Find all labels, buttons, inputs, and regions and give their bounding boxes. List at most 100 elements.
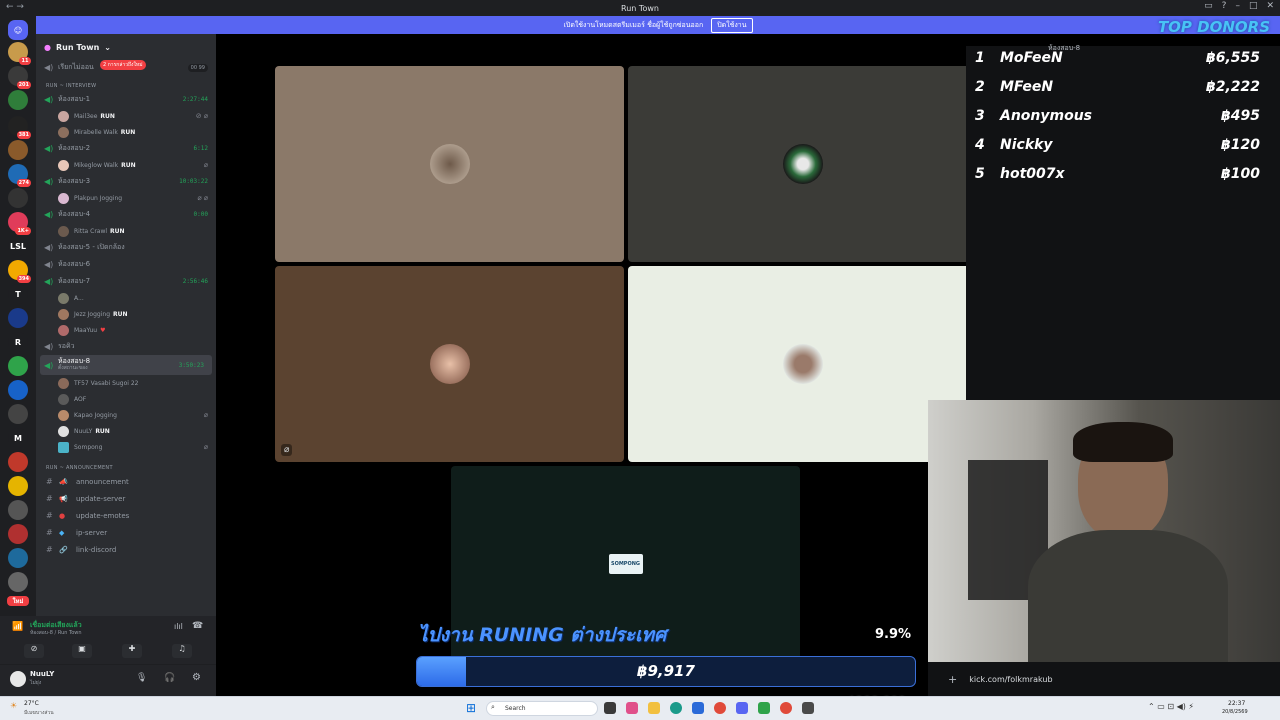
- server-icon[interactable]: [8, 404, 28, 424]
- voice-user[interactable]: Plakpun Jogging ⌀ ⌀: [36, 190, 216, 206]
- system-tray-icons[interactable]: ⌃ ▭ ⊡ ◀) ⚡: [1148, 702, 1194, 711]
- search-input[interactable]: Search: [486, 701, 598, 716]
- server-icon[interactable]: T: [8, 284, 28, 304]
- gear-icon[interactable]: ⚙: [192, 672, 201, 683]
- server-icon[interactable]: [8, 572, 28, 592]
- server-icon[interactable]: [8, 524, 28, 544]
- app-icon[interactable]: [802, 702, 814, 714]
- category-header[interactable]: RUN ~ INTERVIEW: [36, 75, 216, 91]
- chrome-icon[interactable]: [714, 702, 726, 714]
- activities-icon[interactable]: ✚: [122, 644, 142, 658]
- noise-suppression-icon[interactable]: ılıl: [174, 622, 183, 631]
- server-icon[interactable]: 274: [8, 164, 31, 187]
- clock-time[interactable]: 22:37: [1228, 700, 1245, 707]
- server-icon[interactable]: [8, 356, 28, 376]
- weather-temp[interactable]: 27°C: [24, 700, 39, 707]
- server-icon[interactable]: 201: [8, 66, 31, 89]
- chrome-icon[interactable]: [780, 702, 792, 714]
- plus-icon[interactable]: +: [948, 673, 957, 686]
- server-icon[interactable]: [8, 500, 28, 520]
- store-icon[interactable]: [692, 702, 704, 714]
- file-explorer-icon[interactable]: [648, 702, 660, 714]
- camera-off-icon[interactable]: ⊘: [24, 644, 44, 658]
- video-tile[interactable]: [628, 266, 977, 462]
- server-icon[interactable]: 381: [8, 116, 31, 139]
- text-channel[interactable]: # 📢 update-server: [36, 490, 216, 507]
- line-icon[interactable]: [758, 702, 770, 714]
- maximize-button[interactable]: □: [1249, 1, 1258, 11]
- text-channel[interactable]: # 📣 announcement: [36, 473, 216, 490]
- voice-user[interactable]: TF57 Vasabi Sugoi 22: [36, 375, 216, 391]
- server-icon[interactable]: 11: [8, 42, 31, 65]
- server-icon[interactable]: LSL: [8, 236, 28, 256]
- microphone-icon[interactable]: 🎙: [136, 673, 147, 683]
- voice-channel[interactable]: ◀) ห้องสอบ-2 6:12: [36, 140, 216, 157]
- headphones-icon[interactable]: 🎧: [164, 673, 175, 683]
- screen-share-icon[interactable]: ▣: [72, 644, 92, 658]
- mentions-pill[interactable]: 2 การกล่าวถึงใหม่: [100, 60, 146, 70]
- text-channel[interactable]: # ◆ ip-server: [36, 524, 216, 541]
- voice-user[interactable]: Kapao Jogging ⌀: [36, 407, 216, 423]
- windows-start-icon[interactable]: ⊞: [466, 701, 476, 715]
- task-view-icon[interactable]: [604, 702, 616, 714]
- close-button[interactable]: ✕: [1266, 1, 1274, 11]
- server-icon[interactable]: [8, 476, 28, 496]
- disconnect-icon[interactable]: ☎: [192, 621, 203, 631]
- voice-channel-selected[interactable]: ◀) ห้องสอบ-8 ตั้งสถานะของ 3:50:23: [40, 355, 212, 375]
- server-icon[interactable]: [8, 188, 28, 208]
- help-icon[interactable]: ?: [1222, 1, 1227, 11]
- voice-channel[interactable]: ◀) รอคิว: [36, 338, 216, 355]
- voice-user[interactable]: Jezz Jogging RUN: [36, 306, 216, 322]
- server-icon[interactable]: [8, 548, 28, 568]
- voice-channel[interactable]: ◀) ห้องสอบ-4 0:00: [36, 206, 216, 223]
- copilot-icon[interactable]: [626, 702, 638, 714]
- clock-date[interactable]: 20/8/2569: [1222, 709, 1248, 715]
- voice-user[interactable]: Mirabelle Walk RUN: [36, 124, 216, 140]
- server-icon[interactable]: [8, 140, 28, 160]
- avatar[interactable]: [10, 671, 26, 687]
- category-header[interactable]: RUN ~ ANNOUNCEMENT: [36, 455, 216, 473]
- text-channel[interactable]: # 🔗 link-discord: [36, 541, 216, 558]
- signal-icon[interactable]: 📶: [12, 622, 23, 632]
- voice-channel[interactable]: ◀) ห้องสอบ-1 2:27:44: [36, 91, 216, 108]
- voice-user[interactable]: Mail3ee RUN ⊘ ⌀: [36, 108, 216, 124]
- voice-user[interactable]: Mikeglow Walk RUN ⌀: [36, 157, 216, 173]
- server-header[interactable]: ● Run Town ⌄ ⚇: [36, 34, 216, 60]
- voice-user[interactable]: MaaYuu ♥: [36, 322, 216, 338]
- server-icon[interactable]: M: [8, 428, 28, 448]
- user-name[interactable]: NuuLY: [30, 670, 54, 678]
- edge-icon[interactable]: [670, 702, 682, 714]
- server-icon[interactable]: [8, 380, 28, 400]
- discord-taskbar-icon[interactable]: [736, 702, 748, 714]
- soundboard-icon[interactable]: ♫: [172, 644, 192, 658]
- voice-channel[interactable]: ◀) ห้องสอบ-7 2:56:46: [36, 273, 216, 290]
- voice-user[interactable]: Sompong ⌀: [36, 439, 216, 455]
- video-tile[interactable]: ⌀: [275, 266, 624, 462]
- voice-channel[interactable]: ◀) ห้องสอบ-3 10:03:22: [36, 173, 216, 190]
- server-icon[interactable]: 394: [8, 260, 31, 283]
- voice-channel[interactable]: ◀) ห้องสอบ-6: [36, 256, 216, 273]
- server-icon[interactable]: [8, 452, 28, 472]
- voice-user[interactable]: Ritta Crawl RUN: [36, 223, 216, 239]
- server-icon[interactable]: 1K+: [8, 212, 31, 235]
- new-badge[interactable]: ใหม่: [7, 596, 29, 606]
- weather-icon[interactable]: ☀: [10, 701, 17, 710]
- video-tile[interactable]: [628, 66, 977, 262]
- voice-channel[interactable]: ◀) ห้องสอบ-5 - เปิดกล้อง: [36, 239, 216, 256]
- kick-url[interactable]: kick.com/folkmrakub: [969, 675, 1052, 684]
- disable-streamer-mode-button[interactable]: ปิดใช้งาน: [711, 17, 753, 33]
- minimize-button[interactable]: –: [1235, 1, 1240, 11]
- server-icon[interactable]: [8, 308, 28, 328]
- server-icon[interactable]: [8, 90, 28, 110]
- voice-status-subtitle[interactable]: ห้องสอบ-8 / Run Town: [30, 629, 82, 637]
- inbox-icon[interactable]: ▭: [1204, 1, 1213, 11]
- discord-home-icon[interactable]: ☺: [8, 20, 28, 40]
- back-arrow-icon[interactable]: ← →: [6, 2, 24, 12]
- server-icon[interactable]: R: [8, 332, 28, 352]
- text-channel[interactable]: # ● update-emotes: [36, 507, 216, 524]
- voice-user[interactable]: A...: [36, 290, 216, 306]
- voice-channel[interactable]: ◀) เรียกไม่ออน 2 การกล่าวถึงใหม่ 00 99: [36, 60, 216, 75]
- voice-user[interactable]: NuuLY RUN: [36, 423, 216, 439]
- voice-user[interactable]: AOF: [36, 391, 216, 407]
- video-tile[interactable]: [275, 66, 624, 262]
